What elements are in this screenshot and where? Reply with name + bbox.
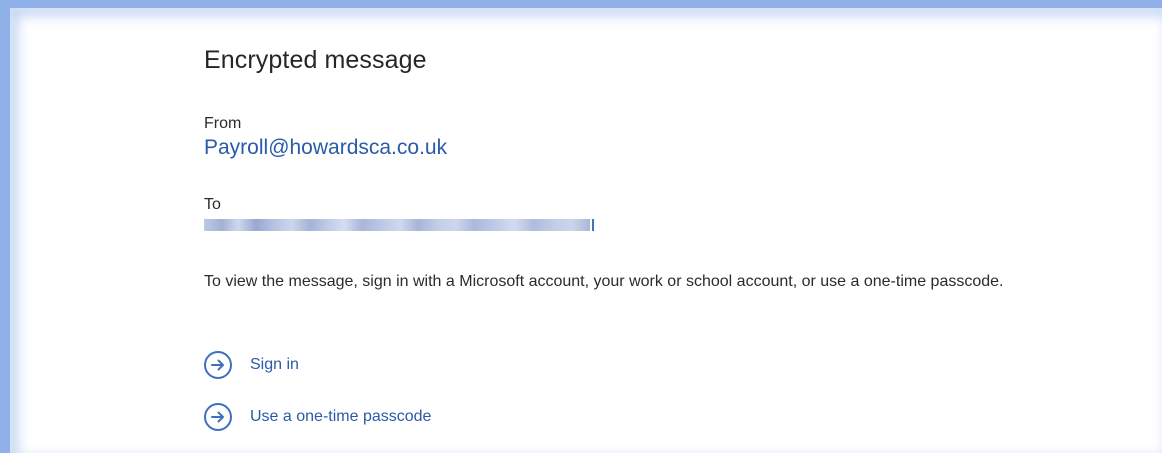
one-time-passcode-label: Use a one-time passcode [250,408,432,425]
sender-address: Payroll@howardsca.co.uk [204,136,448,159]
page-title: Encrypted message [204,46,427,74]
sign-in-link[interactable]: Sign in [204,351,299,379]
from-label: From [204,115,242,132]
circle-arrow-right-icon [204,351,232,379]
sign-in-label: Sign in [250,356,299,373]
instructions-text: To view the message, sign in with a Micr… [204,273,1004,290]
recipient-address-redacted [204,219,594,231]
one-time-passcode-link[interactable]: Use a one-time passcode [204,403,431,431]
to-label: To [204,196,221,213]
circle-arrow-right-icon [204,403,232,431]
window-frame: Encrypted message From Payroll@howardsca… [0,0,1162,453]
